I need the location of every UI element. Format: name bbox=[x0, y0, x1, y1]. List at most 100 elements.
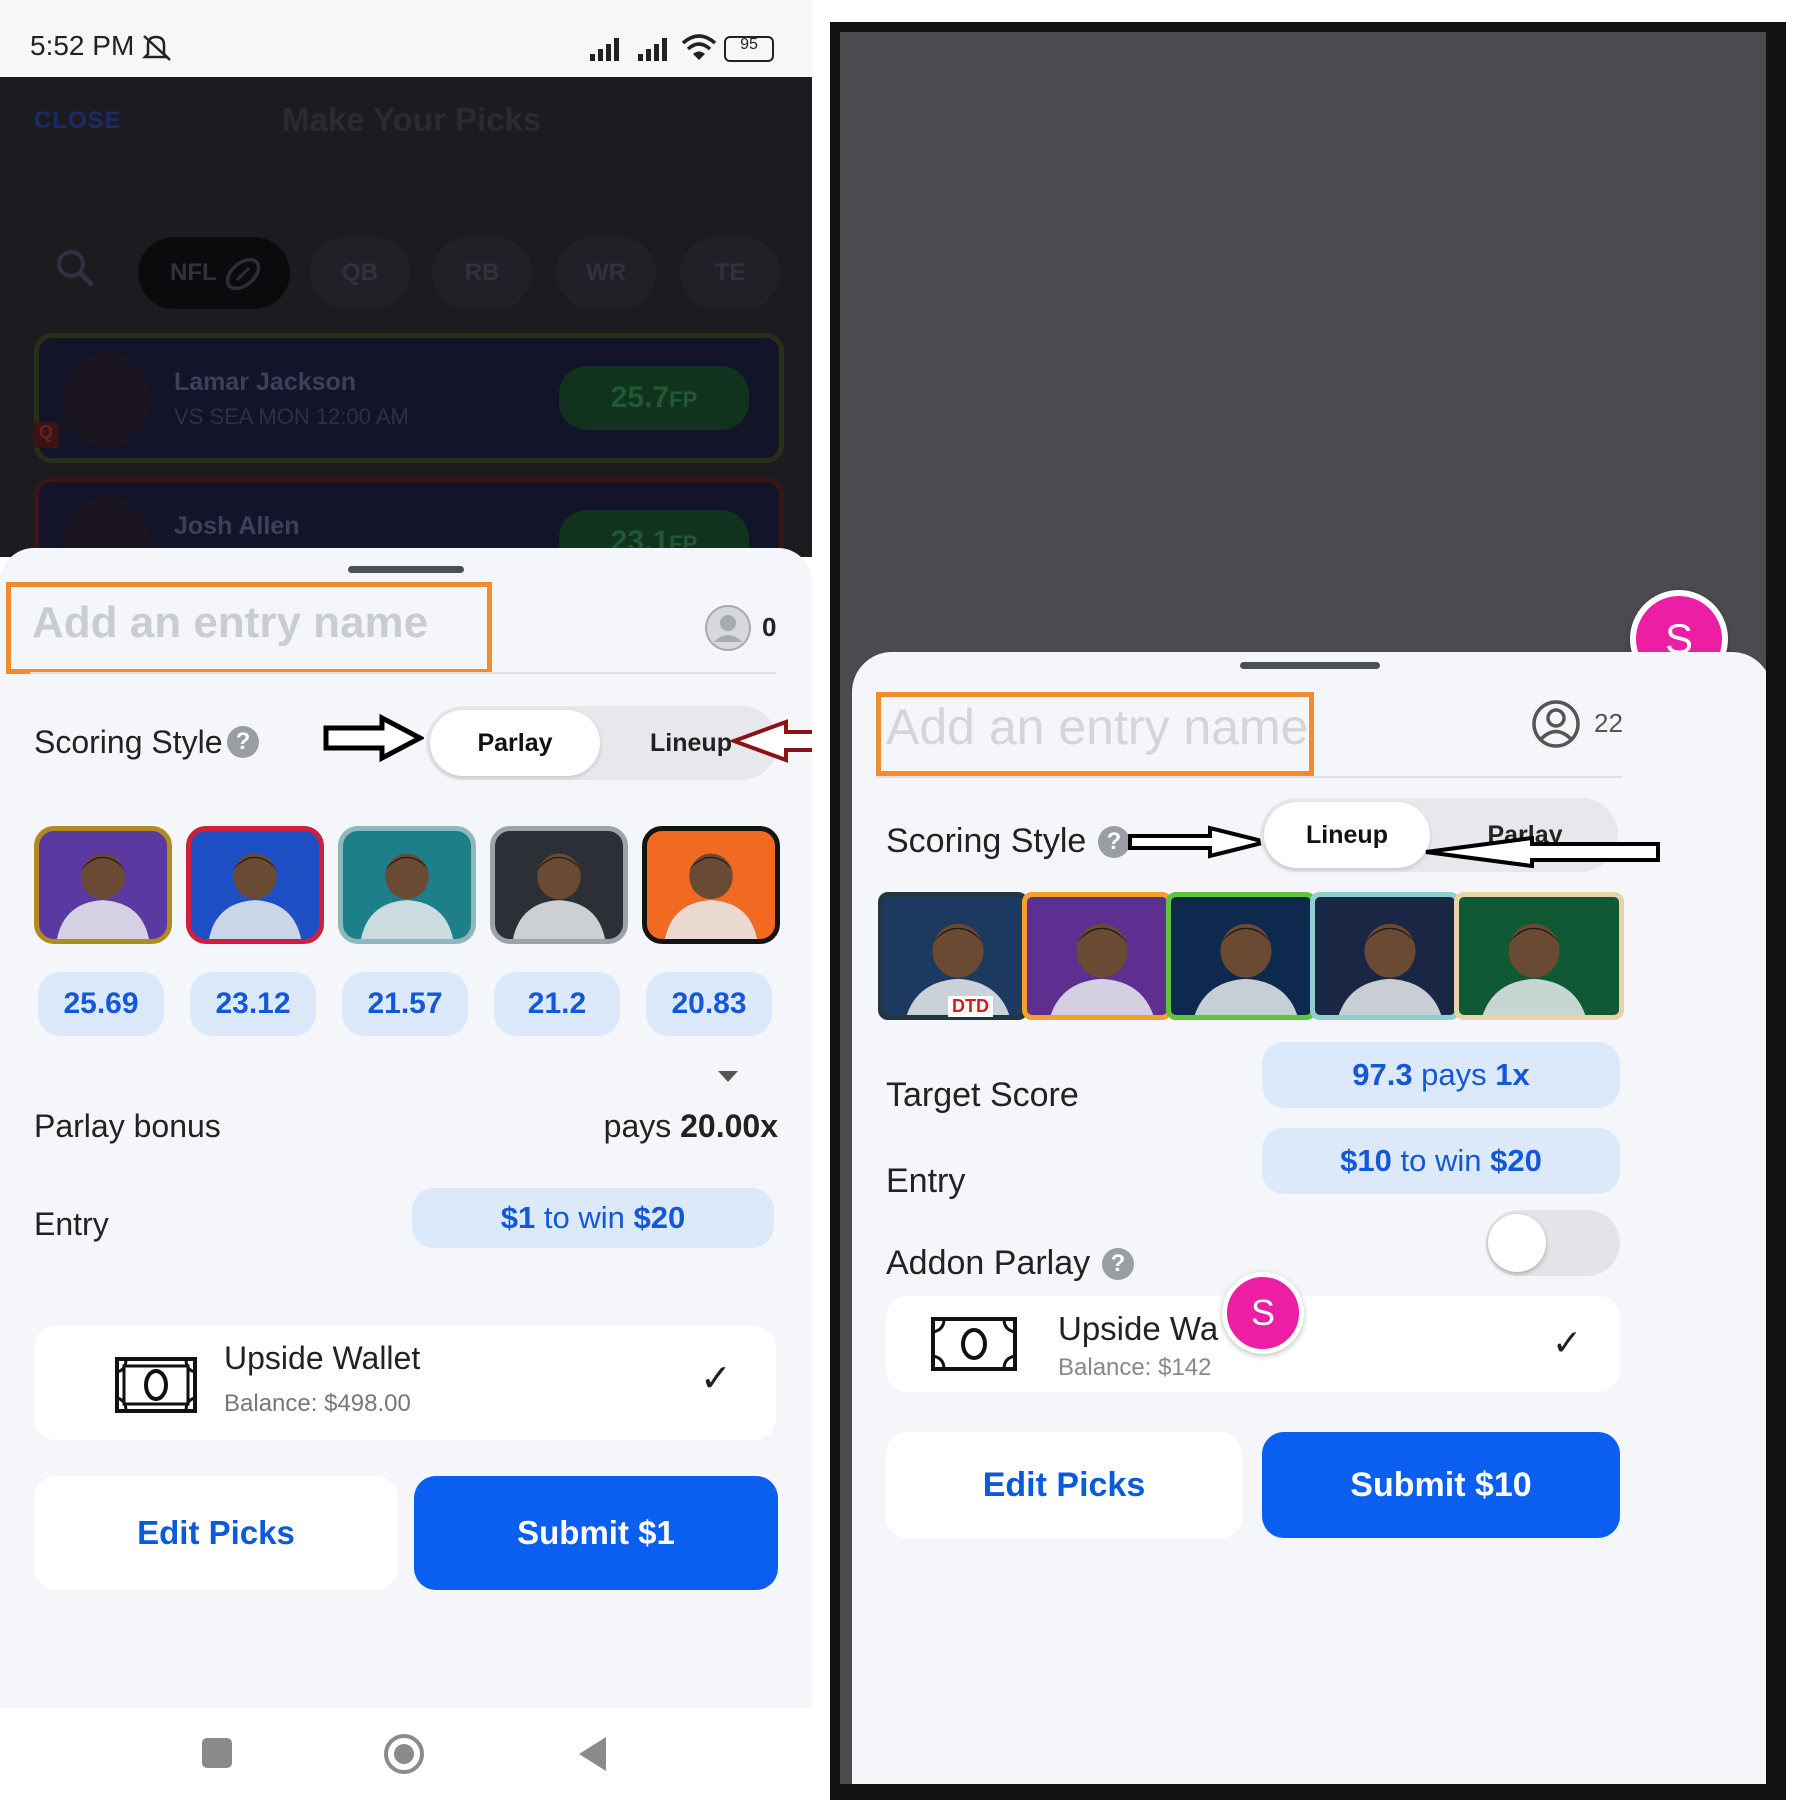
sheet-handle[interactable] bbox=[1240, 662, 1380, 669]
segment-parlay[interactable]: Parlay bbox=[430, 710, 600, 776]
left-screenshot: 5:52 PM 95 CLOSE Make Your Picks NFL QB … bbox=[0, 0, 812, 1800]
wifi-icon bbox=[681, 34, 717, 60]
page-title: Make Your Picks bbox=[282, 101, 542, 138]
player-photo bbox=[1338, 923, 1442, 1015]
player-avatar[interactable] bbox=[1310, 892, 1460, 1020]
divider bbox=[876, 776, 1622, 778]
search-icon[interactable] bbox=[54, 247, 96, 289]
player-name: Josh Allen bbox=[174, 512, 300, 540]
player-photo bbox=[56, 853, 150, 939]
background-screen: CLOSE Make Your Picks NFL QB RB WR TE Q … bbox=[0, 77, 812, 557]
player-avatar[interactable] bbox=[642, 826, 780, 944]
wallet-card[interactable]: Upside Wallet Balance: $498.00 ✓ bbox=[34, 1326, 776, 1440]
parlay-bonus-label: Parlay bonus bbox=[34, 1108, 221, 1144]
player-photo bbox=[360, 853, 454, 939]
person-icon bbox=[1532, 700, 1580, 748]
player-avatar[interactable] bbox=[490, 826, 628, 944]
chevron-down-icon[interactable] bbox=[716, 1068, 740, 1084]
floating-badge[interactable]: S bbox=[1222, 1272, 1304, 1354]
arrow-left-icon bbox=[730, 719, 812, 763]
entry-sheet: Add an entry name 0 Scoring Style ? Parl… bbox=[0, 548, 812, 1708]
filter-chip-nfl[interactable]: NFL bbox=[138, 237, 290, 309]
segment-lineup[interactable]: Lineup bbox=[1264, 802, 1430, 868]
fp-unit: FP bbox=[669, 387, 698, 412]
player-row[interactable]: Josh Allen 23.1FP bbox=[34, 477, 784, 557]
entry-amount-pill[interactable]: $1 to win $20 bbox=[412, 1188, 774, 1248]
player-row[interactable]: Q Lamar Jackson VS SEA MON 12:00 AM 25.7… bbox=[33, 333, 784, 463]
player-matchup: VS SEA MON 12:00 AM bbox=[174, 404, 409, 429]
filter-chip-te[interactable]: TE bbox=[680, 237, 780, 309]
signal-icon bbox=[638, 38, 667, 61]
back-nav-icon[interactable] bbox=[576, 1734, 610, 1774]
entry-mid: to win bbox=[535, 1200, 634, 1235]
status-bar: 5:52 PM 95 bbox=[0, 0, 812, 77]
projected-points[interactable]: 25.7FP bbox=[559, 366, 749, 430]
arrow-right-icon bbox=[323, 714, 424, 762]
entrant-count: 22 bbox=[1594, 708, 1623, 738]
wallet-balance: Balance: $142 bbox=[1058, 1354, 1212, 1381]
filter-chip-label: QB bbox=[342, 259, 378, 286]
home-nav-icon[interactable] bbox=[382, 1732, 426, 1776]
filter-chip-label: RB bbox=[464, 259, 500, 286]
addon-parlay-toggle[interactable] bbox=[1486, 1210, 1620, 1276]
check-icon: ✓ bbox=[1552, 1322, 1583, 1363]
player-photo bbox=[1050, 923, 1154, 1015]
player-avatar[interactable] bbox=[1022, 892, 1172, 1020]
arrow-left-icon bbox=[1425, 836, 1660, 869]
player-score-pill: 25.69 bbox=[38, 972, 164, 1036]
wallet-name: Upside Wallet bbox=[224, 1340, 421, 1376]
entrant-count: 0 bbox=[762, 612, 777, 642]
filter-chip-rb[interactable]: RB bbox=[432, 237, 532, 309]
football-icon bbox=[225, 257, 261, 291]
wallet-name: Upside Wa bbox=[1058, 1310, 1219, 1347]
square-nav-icon[interactable] bbox=[202, 1738, 232, 1768]
fp-value: 25.7 bbox=[610, 381, 670, 414]
submit-button[interactable]: Submit $10 bbox=[1262, 1432, 1620, 1538]
pays-prefix: pays bbox=[603, 1108, 681, 1144]
sheet-handle[interactable] bbox=[348, 566, 464, 573]
edit-picks-button[interactable]: Edit Picks bbox=[886, 1432, 1242, 1538]
entry-win: $20 bbox=[633, 1200, 686, 1235]
right-screenshot: S Add an entry name 22 Scoring Style ? L… bbox=[830, 22, 1786, 1800]
player-score-pill: 21.57 bbox=[342, 972, 468, 1036]
help-icon[interactable]: ? bbox=[1102, 1248, 1134, 1280]
toggle-knob bbox=[1488, 1214, 1546, 1272]
entry-name-input[interactable]: Add an entry name bbox=[32, 598, 428, 648]
status-time: 5:52 PM bbox=[30, 30, 135, 61]
entry-amount: $10 bbox=[1340, 1143, 1392, 1178]
submit-button[interactable]: Submit $1 bbox=[414, 1476, 778, 1590]
scoring-style-toggle[interactable]: Parlay Lineup bbox=[426, 706, 778, 780]
edit-picks-button[interactable]: Edit Picks bbox=[34, 1476, 398, 1590]
target-mid: pays bbox=[1412, 1057, 1496, 1092]
filter-chip-wr[interactable]: WR bbox=[556, 237, 656, 309]
player-avatar[interactable] bbox=[34, 826, 172, 944]
entry-amount: $1 bbox=[500, 1200, 536, 1235]
player-score-pill: 23.12 bbox=[190, 972, 316, 1036]
player-avatar[interactable] bbox=[186, 826, 324, 944]
player-score-pill: 21.2 bbox=[494, 972, 620, 1036]
player-score-pill: 20.83 bbox=[646, 972, 772, 1036]
close-button[interactable]: CLOSE bbox=[34, 107, 122, 135]
player-photo bbox=[61, 352, 151, 448]
player-avatar[interactable] bbox=[1454, 892, 1624, 1020]
target-score-pill: 97.3 pays 1x bbox=[1262, 1042, 1620, 1108]
signal-icon bbox=[590, 38, 619, 61]
cash-icon bbox=[931, 1317, 1017, 1371]
entry-name-input[interactable]: Add an entry name bbox=[886, 698, 1309, 756]
help-icon[interactable]: ? bbox=[227, 726, 259, 758]
target-value: 97.3 bbox=[1352, 1057, 1413, 1092]
player-avatar[interactable] bbox=[338, 826, 476, 944]
cash-icon bbox=[115, 1357, 197, 1413]
divider bbox=[30, 672, 776, 674]
arrow-right-icon bbox=[1128, 825, 1267, 859]
dim-backdrop: S Add an entry name 22 Scoring Style ? L… bbox=[840, 32, 1766, 1784]
player-avatar[interactable] bbox=[1166, 892, 1316, 1020]
entry-amount-pill[interactable]: $10 to win $20 bbox=[1262, 1128, 1620, 1194]
parlay-bonus-value: pays 20.00x bbox=[604, 1108, 778, 1145]
addon-parlay-label: Addon Parlay bbox=[886, 1244, 1091, 1282]
target-score-label: Target Score bbox=[886, 1076, 1079, 1114]
battery-level: 95 bbox=[740, 36, 758, 53]
filter-chip-qb[interactable]: QB bbox=[310, 237, 410, 309]
dtd-tag: DTD bbox=[948, 996, 993, 1017]
system-nav-bar bbox=[0, 1708, 812, 1800]
